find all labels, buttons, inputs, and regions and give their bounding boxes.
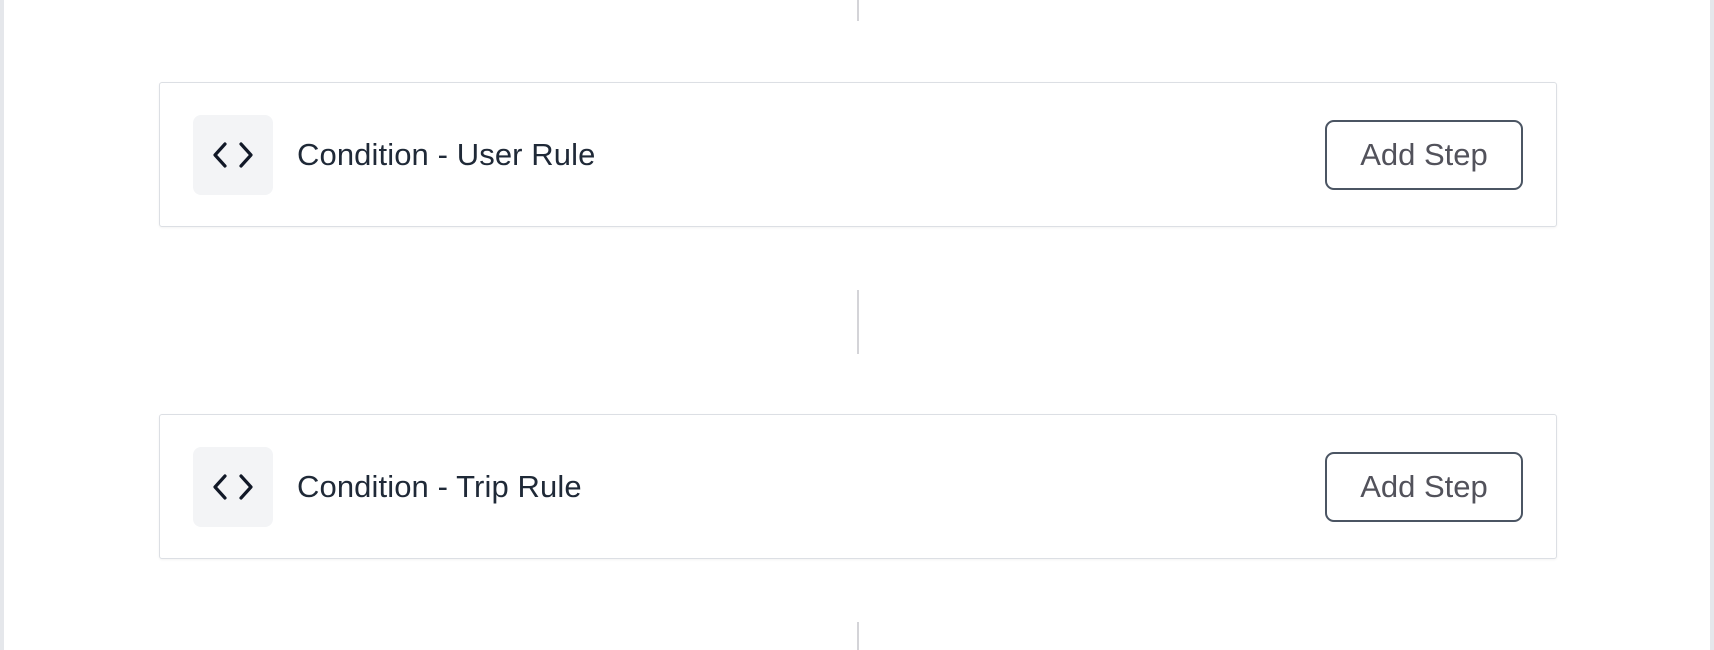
step-title: Condition - Trip Rule: [297, 468, 582, 504]
connector-line: [857, 0, 859, 21]
step-title: Condition - User Rule: [297, 136, 596, 172]
step-card-user-rule: Condition - User Rule Add Step: [159, 82, 1557, 227]
code-brackets-icon: [193, 114, 273, 195]
add-step-button[interactable]: Add Step: [1325, 119, 1523, 190]
code-brackets-icon: [193, 446, 273, 527]
connector-line: [857, 622, 859, 650]
canvas-border-left: [0, 0, 4, 650]
canvas-border-right: [1710, 0, 1714, 650]
add-step-button[interactable]: Add Step: [1325, 451, 1523, 522]
connector-line: [857, 290, 859, 354]
step-card-trip-rule: Condition - Trip Rule Add Step: [159, 414, 1557, 559]
workflow-canvas: Condition - User Rule Add Step Condition…: [0, 0, 1714, 650]
